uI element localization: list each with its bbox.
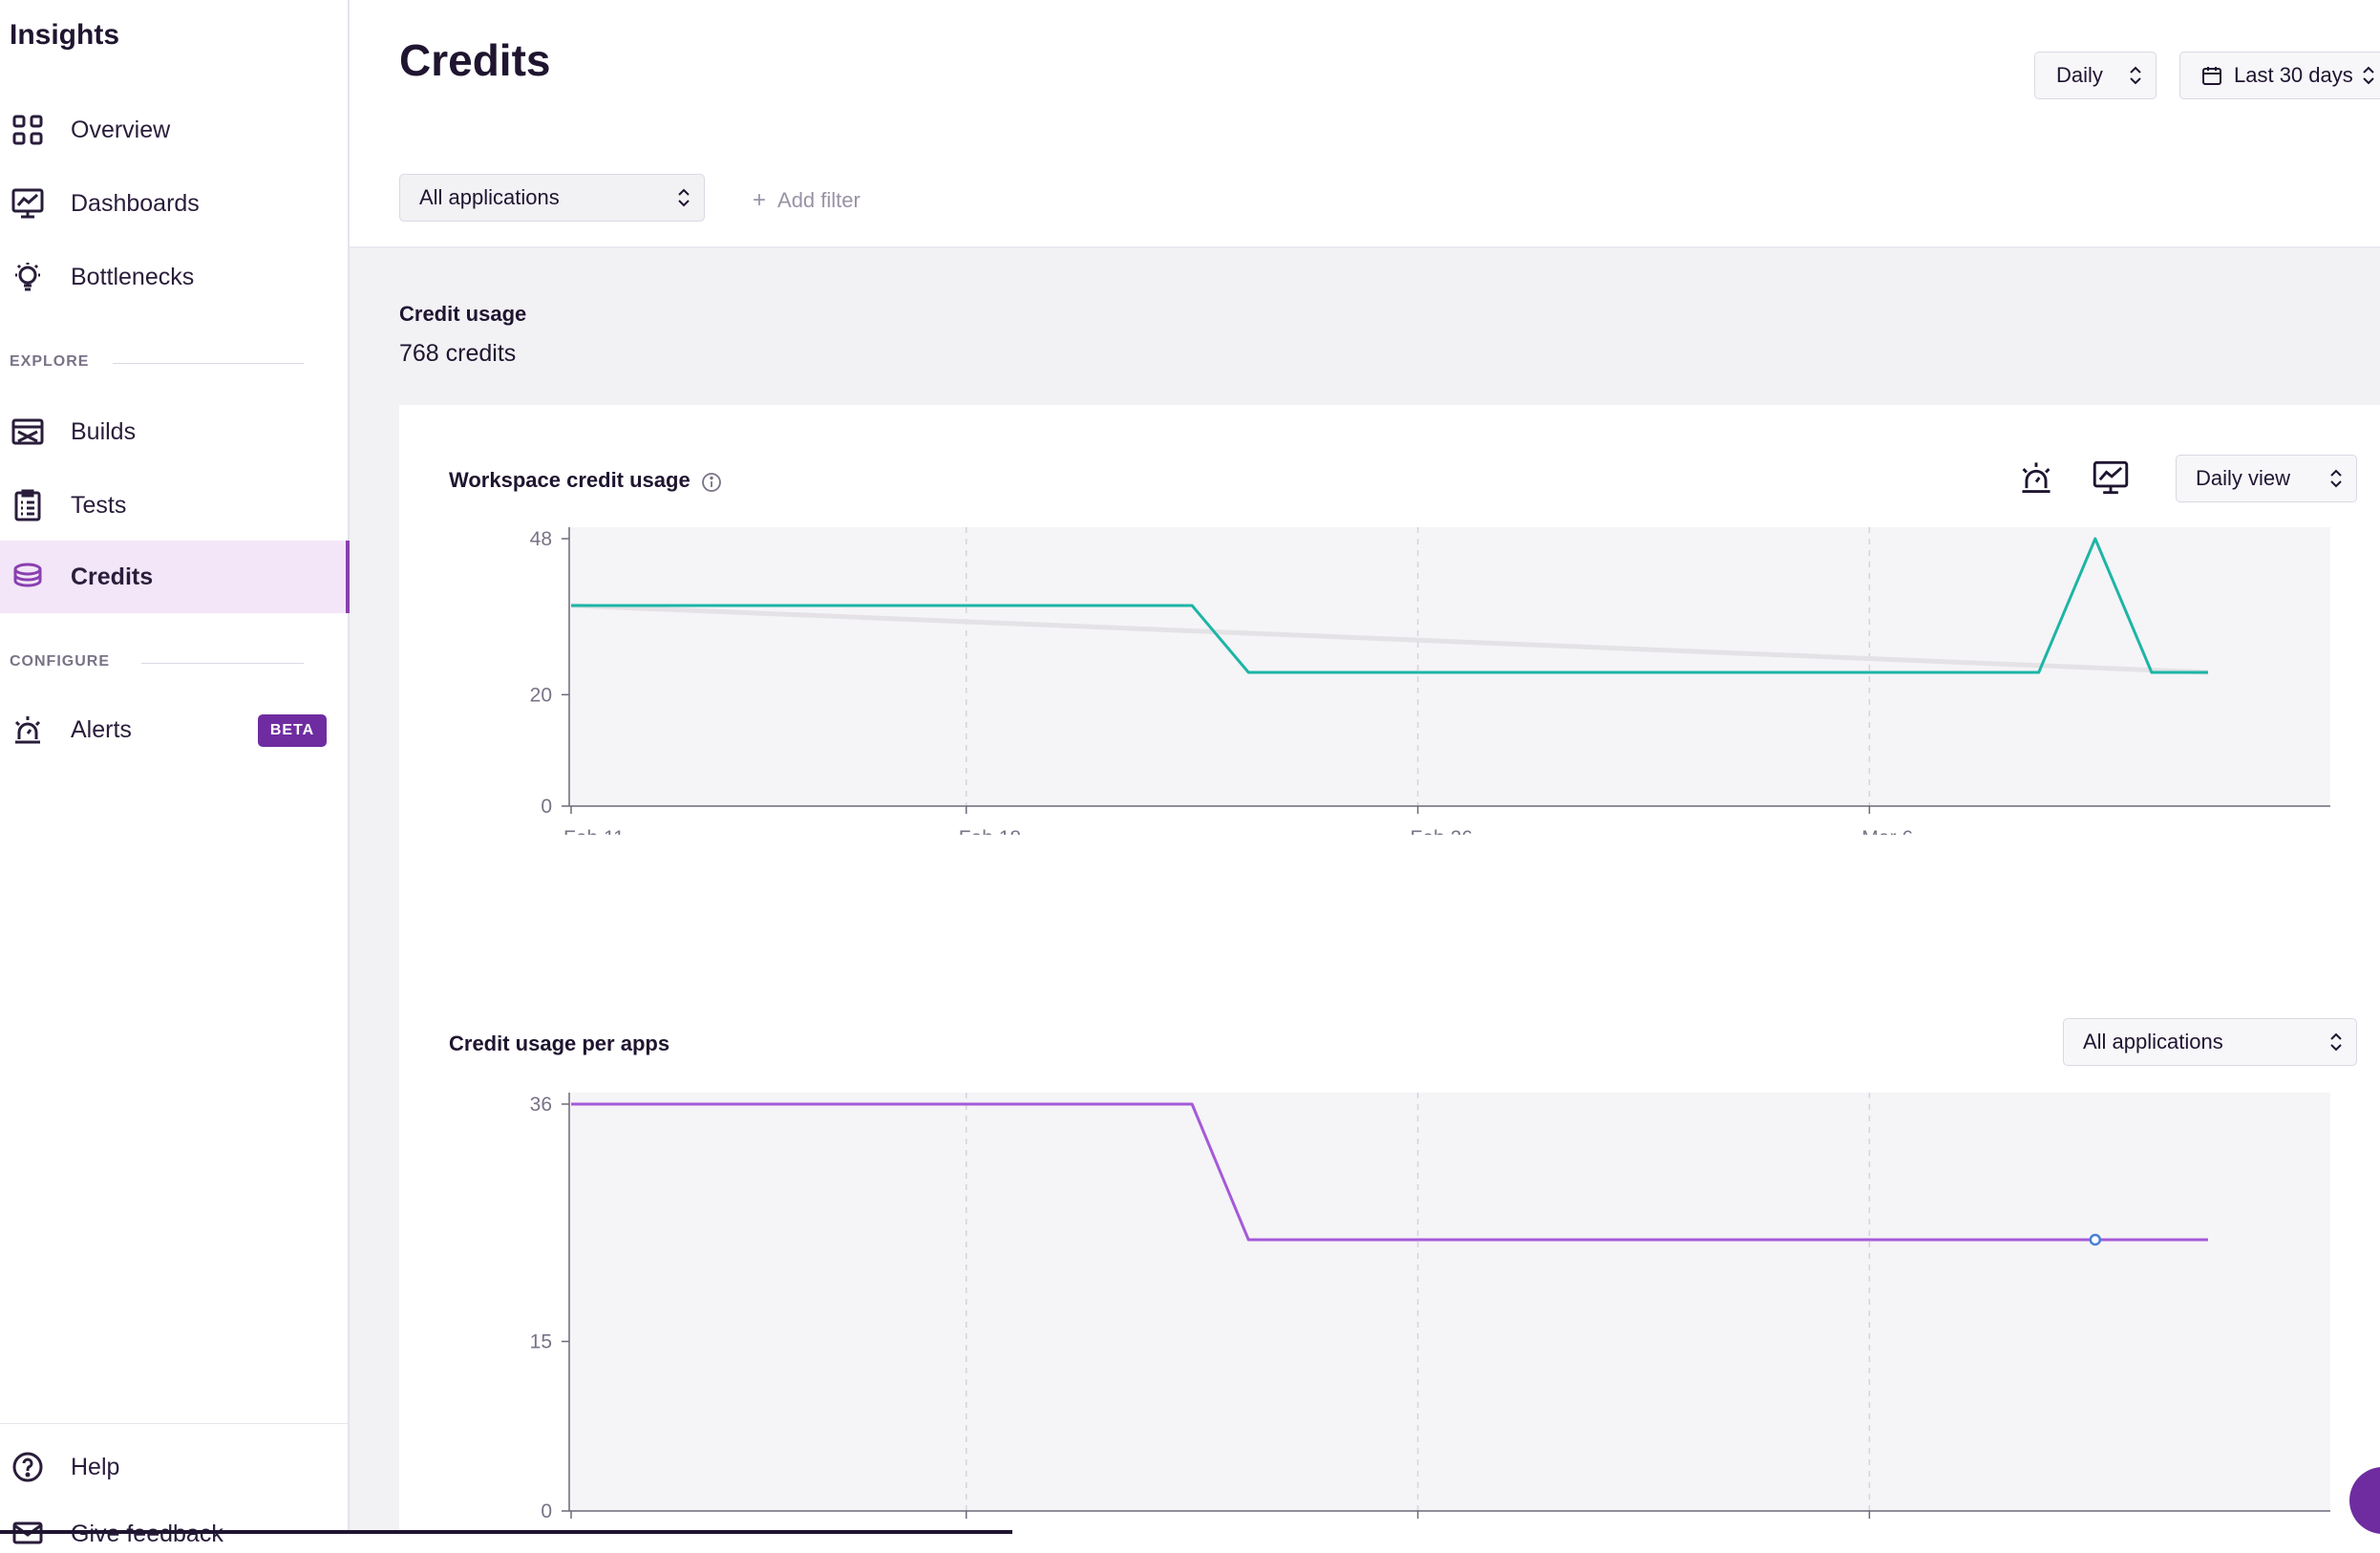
bottom-scroll-indicator xyxy=(0,1530,1012,1534)
dashboard-chart-icon xyxy=(2093,460,2129,495)
main-content: Credits Daily Last 30 days All applicati… xyxy=(350,0,2380,1534)
credit-usage-value: 768 credits xyxy=(399,340,517,367)
section-divider xyxy=(141,663,304,664)
apps-chart-title: Credit usage per apps xyxy=(449,1032,670,1055)
chevron-updown-icon xyxy=(678,188,690,207)
beta-badge: BETA xyxy=(258,714,327,747)
add-filter-label: Add filter xyxy=(777,188,861,212)
sidebar-item-dashboards[interactable]: Dashboards xyxy=(0,167,350,240)
sidebar-item-credits[interactable]: Credits xyxy=(0,541,350,613)
sidebar-item-bottlenecks[interactable]: Bottlenecks xyxy=(0,241,350,313)
view-mode-select[interactable]: Daily view xyxy=(2176,455,2357,502)
chevron-updown-icon xyxy=(2363,66,2374,85)
page-title: Credits xyxy=(399,35,551,85)
workspace-chart-title: Workspace credit usage xyxy=(449,468,691,492)
charts-card: Workspace credit usage Daily view Feb 11… xyxy=(399,405,2380,1534)
sidebar-item-tests[interactable]: Tests xyxy=(0,469,350,542)
workspace-credit-usage-chart: Feb 11 Feb 18 Feb 26 Mar 6 0 20 48 xyxy=(530,527,2330,835)
sidebar-item-label: Bottlenecks xyxy=(71,263,195,290)
sidebar-item-help[interactable]: Help xyxy=(0,1431,350,1503)
coins-stack-icon xyxy=(10,559,46,595)
sidebar-footer-divider xyxy=(0,1423,350,1424)
section-label-configure: CONFIGURE xyxy=(10,653,110,670)
x-tick-label: Feb 11 xyxy=(563,827,625,835)
date-range-value: Last 30 days xyxy=(2234,63,2353,87)
date-range-select[interactable]: Last 30 days xyxy=(2179,52,2380,99)
filter-bar: All applications xyxy=(350,149,2380,248)
lightbulb-icon xyxy=(10,259,46,295)
sidebar-item-label: Credits xyxy=(71,563,154,590)
y-tick-label: 20 xyxy=(530,684,552,706)
y-tick-label: 0 xyxy=(541,796,552,818)
application-filter-select[interactable]: All applications xyxy=(399,174,705,222)
chevron-updown-icon xyxy=(2330,1032,2342,1052)
grid-icon xyxy=(10,112,46,148)
builds-icon xyxy=(10,414,46,450)
create-alert-button[interactable] xyxy=(2015,457,2057,499)
sidebar-item-overview[interactable]: Overview xyxy=(0,94,350,166)
sidebar-item-label: Tests xyxy=(71,491,127,519)
info-icon[interactable] xyxy=(701,472,722,498)
application-filter-value: All applications xyxy=(419,185,560,209)
sidebar-item-give-feedback[interactable]: Give feedback xyxy=(0,1496,350,1553)
sidebar-item-label: Give feedback xyxy=(71,1521,223,1547)
alarm-icon xyxy=(10,712,46,748)
sidebar-item-label: Overview xyxy=(71,116,171,143)
clipboard-icon xyxy=(10,487,46,523)
view-mode-value: Daily view xyxy=(2196,466,2291,490)
chevron-updown-icon xyxy=(2330,469,2342,488)
page-header: Credits Daily Last 30 days xyxy=(350,0,2380,151)
plus-icon: + xyxy=(753,187,767,213)
x-tick-label: Feb 26 xyxy=(1411,827,1473,835)
sidebar-item-label: Dashboards xyxy=(71,189,200,217)
highlight-point[interactable] xyxy=(2089,1233,2102,1246)
sidebar-item-label: Help xyxy=(71,1453,120,1480)
apps-chart-application-value: All applications xyxy=(2083,1030,2223,1053)
x-tick-label: Mar 6 xyxy=(1861,827,1913,835)
credit-usage-per-apps-chart: Feb 11Feb 18Feb 26Mar 601536 xyxy=(530,1093,2330,1534)
sidebar-item-alerts[interactable]: Alerts BETA xyxy=(0,693,350,766)
add-filter-button[interactable]: + Add filter xyxy=(753,187,861,214)
dashboard-chart-icon xyxy=(10,185,46,222)
interval-select[interactable]: Daily xyxy=(2034,52,2157,99)
sidebar-item-label: Alerts xyxy=(71,715,132,743)
y-tick-label: 36 xyxy=(530,1094,552,1116)
y-tick-label: 0 xyxy=(541,1500,552,1522)
sidebar-item-label: Builds xyxy=(71,417,137,445)
credit-usage-label: Credit usage xyxy=(399,302,527,326)
sidebar: Insights Overview Dashboards Bottlenecks… xyxy=(0,0,350,1547)
interval-select-value: Daily xyxy=(2056,63,2103,87)
chevron-updown-icon xyxy=(2130,66,2141,85)
add-to-dashboard-button[interactable] xyxy=(2090,457,2132,499)
help-circle-icon xyxy=(10,1449,46,1485)
x-tick-label: Feb 18 xyxy=(959,827,1021,835)
section-label-explore: EXPLORE xyxy=(10,353,90,370)
y-tick-label: 48 xyxy=(530,528,552,550)
alarm-icon xyxy=(2022,462,2051,493)
plot-background xyxy=(569,1093,2330,1511)
y-tick-label: 15 xyxy=(530,1331,552,1353)
apps-chart-application-select[interactable]: All applications xyxy=(2063,1018,2357,1066)
calendar-icon xyxy=(2202,67,2221,85)
brand-title: Insights xyxy=(10,19,120,51)
section-divider xyxy=(113,363,304,364)
sidebar-item-builds[interactable]: Builds xyxy=(0,395,350,468)
